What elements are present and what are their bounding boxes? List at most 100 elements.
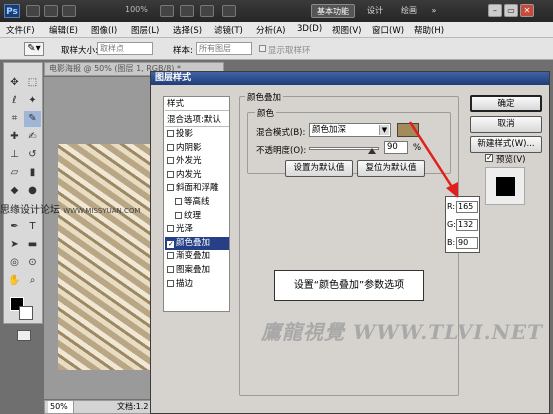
effect-item[interactable]: 内发光 — [165, 169, 229, 182]
healing-brush-icon[interactable]: ✚ — [6, 129, 23, 145]
effect-item[interactable]: 等高线 — [165, 196, 229, 209]
styles-header[interactable]: 样式 — [165, 98, 229, 111]
blend-mode-select[interactable]: 颜色加深 ▼ — [309, 123, 391, 137]
menu-view[interactable]: 视图(V) — [332, 24, 361, 36]
effect-item[interactable]: 渐变叠加 — [165, 250, 229, 263]
effect-label: 内阴影 — [176, 142, 202, 153]
menu-select[interactable]: 选择(S) — [173, 24, 202, 36]
effect-item[interactable]: 内阴影 — [165, 142, 229, 155]
history-brush-icon[interactable]: ↺ — [24, 147, 41, 163]
preview-checkbox[interactable]: ✓ — [485, 154, 493, 162]
pen-tool-icon[interactable]: ✒ — [6, 219, 23, 235]
effect-item[interactable]: 斜面和浮雕 — [165, 182, 229, 195]
rgb-b-value[interactable]: 90 — [456, 237, 478, 249]
hand-tool-icon[interactable]: ✋ — [6, 273, 23, 289]
new-style-button[interactable]: 新建样式(W)... — [470, 136, 542, 153]
move-tool-icon[interactable]: ✥ — [6, 75, 23, 91]
eraser-tool-icon[interactable]: ▱ — [6, 165, 23, 181]
minimize-icon[interactable]: – — [488, 4, 502, 17]
quick-mask-icon[interactable] — [17, 330, 31, 341]
menu-image[interactable]: 图像(I) — [91, 24, 117, 36]
menu-analysis[interactable]: 分析(A) — [256, 24, 285, 36]
path-select-icon[interactable]: ➤ — [6, 237, 23, 253]
cancel-button[interactable]: 取消 — [470, 116, 542, 133]
preview-label: 预览(V) — [496, 155, 526, 165]
close-icon[interactable]: ✕ — [520, 4, 534, 17]
restore-icon[interactable]: ▭ — [504, 4, 518, 17]
dodge-tool-icon[interactable]: ● — [24, 183, 41, 199]
effect-item[interactable]: ✓ 颜色叠加 — [165, 236, 229, 250]
menu-edit[interactable]: 编辑(E) — [49, 24, 78, 36]
3d-rotate-icon[interactable]: ◎ — [6, 255, 23, 271]
menu-3d[interactable]: 3D(D) — [297, 24, 322, 34]
effect-item[interactable]: 纹理 — [165, 210, 229, 223]
3d-orbit-icon[interactable]: ⊙ — [24, 255, 41, 271]
clone-stamp-icon[interactable]: ⊥ — [6, 147, 23, 163]
sample-size-select[interactable]: 取样点 — [97, 42, 153, 55]
effect-checkbox[interactable] — [167, 184, 174, 192]
menu-help[interactable]: 帮助(H) — [414, 24, 444, 36]
sample-select[interactable]: 所有图层 — [196, 42, 252, 55]
zoom-tool-icon[interactable]: ⌕ — [24, 273, 41, 289]
type-tool-icon[interactable]: T — [24, 219, 41, 235]
zoom-level[interactable]: 100% — [125, 5, 148, 14]
eyedropper-tool-icon[interactable]: ✎ — [24, 111, 41, 127]
set-default-button[interactable]: 设置为默认值 — [285, 160, 353, 177]
quick-select-icon[interactable]: ✦ — [24, 93, 41, 109]
lasso-tool-icon[interactable]: ℓ — [6, 93, 23, 109]
workspace-design[interactable]: 设计 — [362, 4, 388, 18]
screen-mode-icon[interactable] — [222, 5, 236, 17]
workspace-essentials[interactable]: 基本功能 — [311, 4, 355, 18]
effect-item[interactable]: 光泽 — [165, 223, 229, 236]
marquee-tool-icon[interactable]: ⬚ — [24, 75, 41, 91]
menu-filter[interactable]: 滤镜(T) — [214, 24, 243, 36]
blending-options-item[interactable]: 混合选项:默认 — [165, 114, 229, 127]
blur-tool-icon[interactable]: ◆ — [6, 183, 23, 199]
effect-label: 渐变叠加 — [176, 251, 211, 262]
effect-checkbox[interactable] — [175, 198, 182, 205]
more-workspaces-icon[interactable]: » — [428, 4, 440, 18]
canvas-texture-image[interactable] — [58, 144, 154, 370]
effect-checkbox[interactable] — [167, 130, 174, 137]
effect-checkbox[interactable] — [167, 225, 174, 233]
opacity-input[interactable]: 90 — [384, 141, 408, 154]
ok-button[interactable]: 确定 — [470, 95, 542, 112]
effect-checkbox[interactable] — [167, 170, 174, 178]
effect-checkbox[interactable] — [167, 279, 174, 287]
menu-window[interactable]: 窗口(W) — [372, 24, 404, 36]
effect-label: 光泽 — [176, 224, 194, 235]
bridge-icon[interactable] — [26, 5, 40, 17]
red-arrow-icon — [408, 121, 458, 198]
status-zoom[interactable]: 50% — [48, 401, 74, 413]
instruction-callout: 设置“颜色叠加”参数选项 — [274, 270, 424, 301]
rotate-view-icon[interactable] — [180, 5, 194, 17]
menu-layer[interactable]: 图层(L) — [131, 24, 159, 36]
effect-checkbox[interactable] — [175, 211, 182, 219]
dialog-title: 图层样式 — [151, 72, 549, 85]
menu-file[interactable]: 文件(F) — [6, 24, 35, 36]
sample-label: 样本: — [173, 46, 193, 56]
show-sampling-ring-checkbox[interactable] — [259, 45, 266, 52]
shape-tool-icon[interactable]: ▬ — [24, 237, 41, 253]
arrange-documents-icon[interactable] — [200, 5, 214, 17]
effect-item[interactable]: 描边 — [165, 278, 229, 291]
brush-tool-icon[interactable]: ✍ — [24, 129, 41, 145]
gradient-tool-icon[interactable]: ▮ — [24, 165, 41, 181]
mini-bridge-icon[interactable] — [44, 5, 58, 17]
effect-checkbox[interactable] — [167, 157, 174, 165]
effect-item[interactable]: 外发光 — [165, 155, 229, 168]
effect-item[interactable]: 投影 — [165, 128, 229, 141]
crop-tool-icon[interactable]: ⌗ — [6, 111, 23, 127]
opacity-slider-thumb[interactable] — [368, 148, 376, 154]
hand-tool-icon[interactable] — [160, 5, 174, 17]
effect-checkbox[interactable] — [167, 143, 174, 151]
effect-checkbox[interactable] — [167, 252, 174, 260]
effect-checkbox[interactable]: ✓ — [167, 240, 174, 248]
background-color-swatch[interactable] — [19, 306, 33, 320]
effect-item[interactable]: 图案叠加 — [165, 264, 229, 277]
rgb-g-value[interactable]: 132 — [456, 219, 478, 231]
view-extras-icon[interactable] — [62, 5, 76, 17]
eyedropper-preset-icon[interactable]: ✎▾ — [24, 42, 44, 56]
workspace-painting[interactable]: 绘画 — [396, 4, 422, 18]
effect-checkbox[interactable] — [167, 266, 174, 273]
